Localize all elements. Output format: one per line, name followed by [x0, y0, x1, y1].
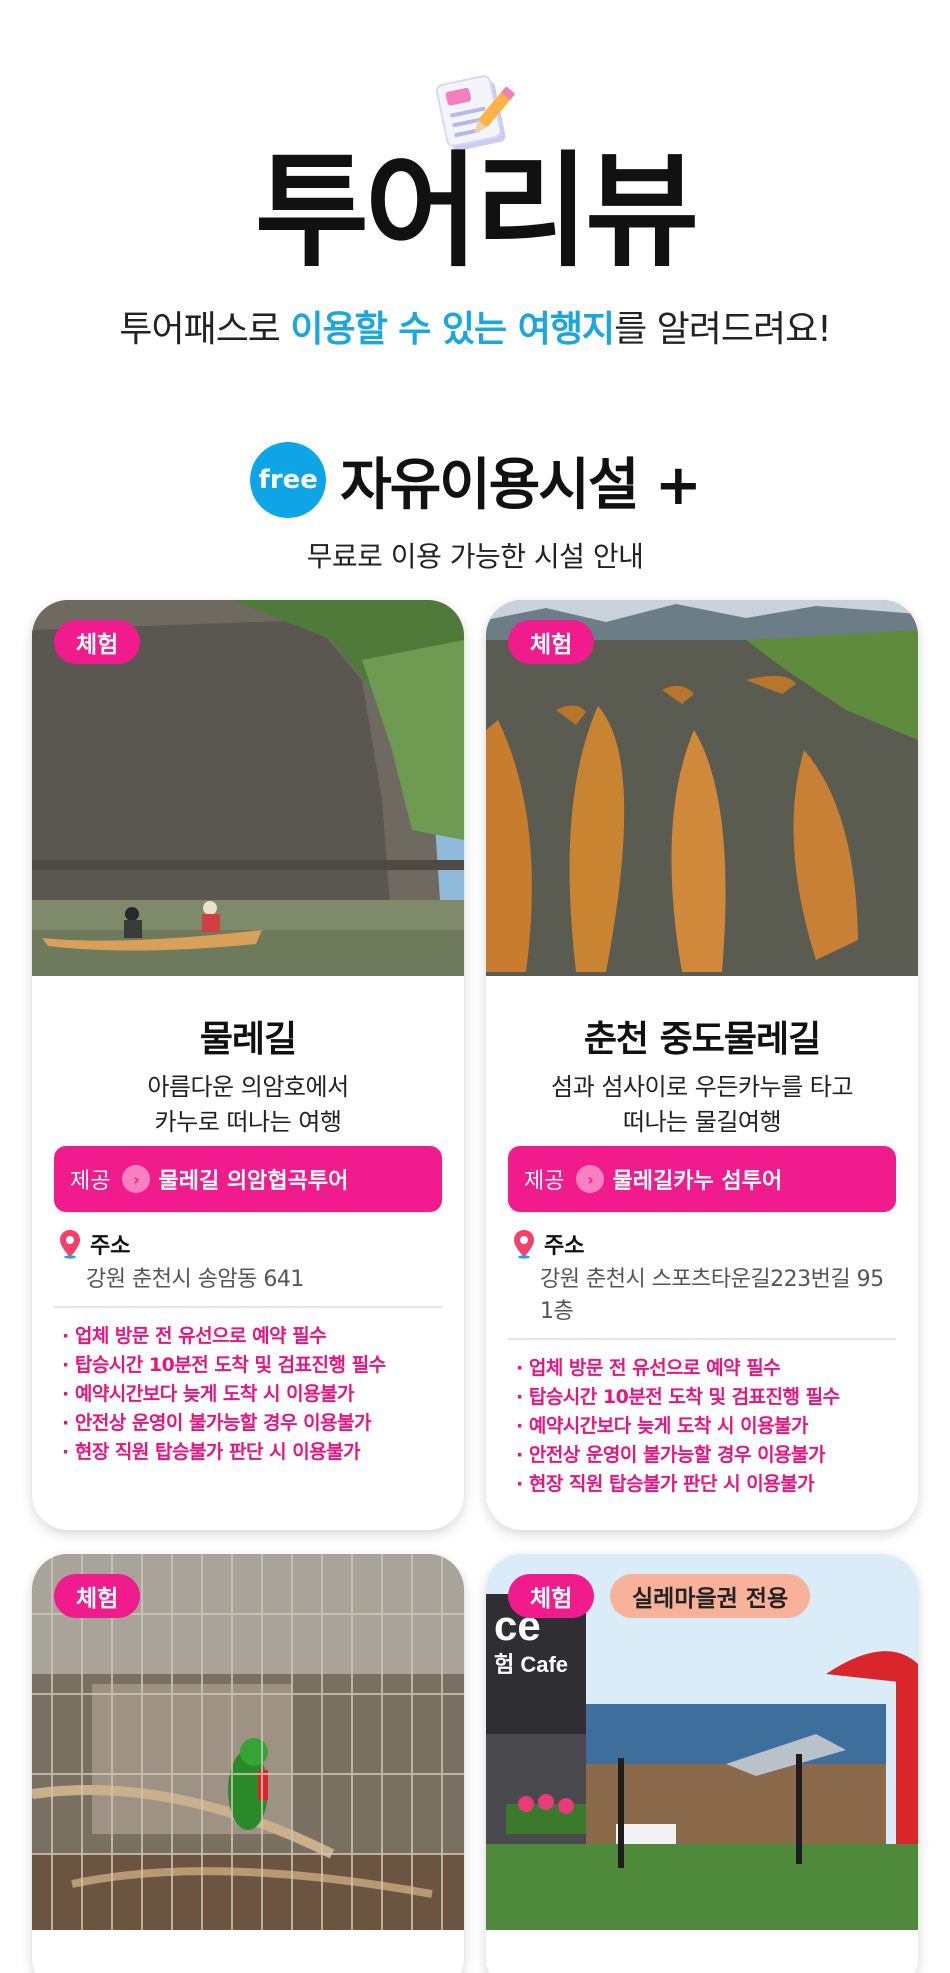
facility-description: 섬과 섬사이로 우든카누를 타고 떠나는 물길여행 — [486, 1070, 918, 1140]
facility-title: 물레길 — [199, 1019, 297, 1060]
address-label: 주소 — [544, 1234, 585, 1259]
map-pin-icon — [514, 1230, 534, 1259]
provider-link-button[interactable]: 제공 › 물레길카누 섬투어 — [508, 1146, 896, 1212]
facility-description: 아름다운 의암호에서 카누로 떠나는 여행 — [32, 1070, 464, 1140]
address-text: 강원 춘천시 송암동 641 — [86, 1267, 304, 1292]
section-subtitle: 무료로 이용 가능한 시설 안내 — [306, 540, 644, 573]
page-title: 투어리뷰 — [254, 140, 699, 284]
category-tag: 체험 — [54, 620, 141, 664]
notice-list: 업체 방문 전 유선으로 예약 필수 탑승시간 10분전 도착 및 검표진행 필… — [62, 1322, 452, 1467]
facility-title: 춘천 중도물레길 — [583, 1019, 821, 1060]
provider-label: 제공 — [524, 1169, 565, 1194]
hero-subtitle-part: 를 알려드려요! — [614, 309, 832, 350]
notice-item: 예약시간보다 늦게 도착 시 이용불가 — [516, 1412, 906, 1441]
address-heading: 주소 — [512, 1228, 584, 1260]
map-pin-icon — [60, 1230, 80, 1259]
hero-subtitle-part: 투어패스로 — [119, 309, 291, 350]
divider — [508, 1338, 896, 1340]
hero-header: 투어리뷰 투어패스로 이용할 수 있는 여행지를 알려드려요! — [0, 0, 950, 380]
notice-item: 안전상 운영이 불가능할 경우 이용불가 — [516, 1441, 906, 1470]
category-tag: 체험 — [508, 1574, 595, 1618]
exclusive-tag: 실레마을권 전용 — [610, 1574, 811, 1618]
description-line: 카누로 떠나는 여행 — [154, 1108, 342, 1136]
facility-card[interactable]: 체험 — [32, 1554, 464, 1973]
provider-link-button[interactable]: 제공 › 물레길 의암협곡투어 — [54, 1146, 442, 1212]
address-heading: 주소 — [58, 1228, 130, 1260]
provider-label: 제공 — [70, 1169, 111, 1194]
hero-subtitle: 투어패스로 이용할 수 있는 여행지를 알려드려요! — [0, 300, 950, 352]
notice-item: 탑승시간 10분전 도착 및 검표진행 필수 — [516, 1383, 906, 1412]
canoe-cliff-photo: 체험 — [32, 600, 464, 976]
category-tag: 체험 — [508, 620, 595, 664]
section-title: 자유이용시설 + — [340, 452, 702, 518]
address-label: 주소 — [90, 1234, 131, 1259]
notice-item: 현장 직원 탑승불가 판단 시 이용불가 — [62, 1438, 452, 1467]
section-header: free 자유이용시설 + — [0, 440, 950, 520]
cafe-sign-subtext: 험 Cafe — [494, 1652, 568, 1677]
provider-name: 물레길 의암협곡투어 — [158, 1169, 349, 1194]
description-line: 떠나는 물길여행 — [622, 1108, 782, 1136]
divider — [54, 1306, 442, 1308]
parrot-aviary-photo: 체험 — [32, 1554, 464, 1930]
notice-item: 탑승시간 10분전 도착 및 검표진행 필수 — [62, 1351, 452, 1380]
notice-item: 안전상 운영이 불가능할 경우 이용불가 — [62, 1409, 452, 1438]
chevron-right-icon: › — [122, 1165, 151, 1193]
notice-item: 업체 방문 전 유선으로 예약 필수 — [516, 1354, 906, 1383]
address-text: 강원 춘천시 스포츠타운길223번길 95 1층 — [540, 1267, 884, 1324]
cafe-building-photo: ce 험 Cafe 체험 실레마을권 전용 — [486, 1554, 918, 1930]
description-line: 섬과 섬사이로 우든카누를 타고 — [551, 1073, 853, 1101]
notice-item: 업체 방문 전 유선으로 예약 필수 — [62, 1322, 452, 1351]
description-line: 아름다운 의암호에서 — [147, 1073, 349, 1101]
free-badge: free — [250, 442, 327, 518]
facility-card[interactable]: ce 험 Cafe 체험 실레마을권 전용 — [486, 1554, 918, 1973]
provider-name: 물레길카누 섬투어 — [612, 1169, 783, 1194]
wooden-canoes-photo: 체험 — [486, 600, 918, 976]
facility-card[interactable]: 체험 물레길 아름다운 의암호에서 카누로 떠나는 여행 제공 › 물레길 의암… — [32, 600, 464, 1530]
category-tag: 체험 — [54, 1574, 141, 1618]
notice-item: 예약시간보다 늦게 도착 시 이용불가 — [62, 1380, 452, 1409]
facility-card[interactable]: 체험 춘천 중도물레길 섬과 섬사이로 우든카누를 타고 떠나는 물길여행 제공… — [486, 600, 918, 1530]
chevron-right-icon: › — [576, 1165, 605, 1193]
notice-list: 업체 방문 전 유선으로 예약 필수 탑승시간 10분전 도착 및 검표진행 필… — [516, 1354, 906, 1499]
hero-subtitle-highlight: 이용할 수 있는 여행지 — [290, 309, 615, 350]
notice-item: 현장 직원 탑승불가 판단 시 이용불가 — [516, 1470, 906, 1499]
